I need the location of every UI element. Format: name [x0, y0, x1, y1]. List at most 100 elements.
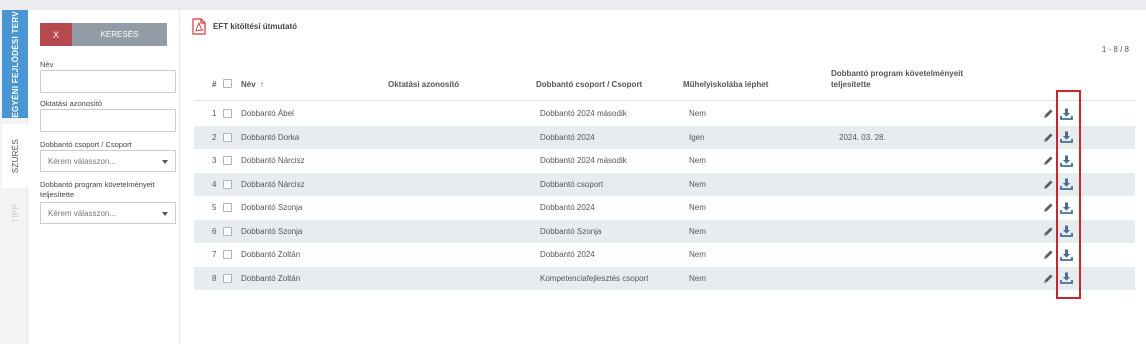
group-name: Dobbantó 2024 — [540, 132, 595, 142]
row-checkbox-wrap — [223, 196, 232, 220]
row-checkbox[interactable] — [223, 132, 232, 142]
pdf-file-icon — [192, 18, 206, 35]
table-row[interactable]: 3 Dobbantó Nárcisz Dobbantó 2024 második Ne… — [194, 149, 1135, 173]
guide-pdf-link[interactable]: EFT kitöltési útmutató — [192, 18, 297, 35]
student-name: Dobbantó Dorka — [241, 132, 300, 142]
row-number: 1 — [212, 109, 217, 119]
col-header-name-label: Név — [241, 80, 256, 89]
group-name: Kompetenciafejlesztés csoport — [540, 273, 649, 283]
pencil-icon[interactable] — [1043, 196, 1054, 220]
pencil-icon[interactable] — [1043, 243, 1054, 267]
student-name: Dobbantó Szonja — [241, 226, 303, 236]
table-row[interactable]: 6 Dobbantó Szonja Dobbantó Szonja Nem — [194, 219, 1135, 244]
student-name: Dobbantó Nárcisz — [241, 156, 305, 166]
table-row[interactable]: 4 Dobbantó Nárcisz Dobbantó csoport Nem — [194, 172, 1135, 197]
chevron-down-icon — [162, 160, 168, 164]
col-header-workshop[interactable]: Műhelyiskolába léphet — [683, 80, 768, 89]
sort-asc-icon: ↑ — [259, 80, 264, 89]
workshop-eligible: Igen — [689, 132, 705, 142]
row-checkbox-wrap — [223, 243, 232, 267]
requirements-date: 2024. 03. 28. — [839, 132, 886, 142]
row-checkbox[interactable] — [223, 226, 232, 236]
row-number: 3 — [212, 156, 217, 166]
name-filter-input[interactable] — [40, 70, 176, 93]
student-name: Dobbantó Nárcisz — [241, 179, 305, 189]
row-number: 7 — [212, 250, 217, 260]
student-name: Dobbantó Ábel — [241, 109, 294, 119]
group-name: Dobbantó Szonja — [540, 226, 602, 236]
group-name: Dobbantó 2024 — [540, 203, 595, 213]
student-name: Dobbantó Zoltán — [241, 273, 301, 283]
tab-filter[interactable]: SZŰRÉS — [2, 124, 28, 188]
requirements-filter-placeholder: Kérem válasszon... — [48, 208, 117, 218]
workshop-eligible: Nem — [689, 273, 706, 283]
select-all-checkbox[interactable] — [223, 79, 232, 88]
pencil-icon[interactable] — [1043, 267, 1054, 291]
row-checkbox[interactable] — [223, 273, 232, 283]
workshop-eligible: Nem — [689, 156, 706, 166]
row-checkbox-wrap — [223, 173, 232, 197]
row-checkbox[interactable] — [223, 179, 232, 189]
side-tab-strip: EGYÉNI FEJLŐDÉSI TERV SZŰRÉS TIPP — [0, 10, 28, 344]
table-header: # Név ↑ Oktatási azonosító Dobbantó csop… — [194, 65, 1135, 101]
pencil-icon[interactable] — [1043, 173, 1054, 197]
pencil-icon[interactable] — [1043, 220, 1054, 244]
col-header-num: # — [212, 80, 217, 89]
col-header-edu-id[interactable]: Oktatási azonosító — [388, 80, 459, 89]
requirements-filter-select[interactable]: Kérem válasszon... — [40, 202, 176, 224]
group-name: Dobbantó csoport — [540, 179, 604, 189]
clear-filter-button[interactable]: X — [40, 23, 72, 46]
col-header-group[interactable]: Dobbantó csoport / Csoport — [536, 80, 642, 89]
tab-filter-label: SZŰRÉS — [10, 138, 20, 174]
tab-tip-label: TIPP — [10, 203, 20, 223]
guide-link-text: EFT kitöltési útmutató — [213, 22, 297, 31]
group-name: Dobbantó 2024 — [540, 250, 595, 260]
table-row[interactable]: 8 Dobbantó Zoltán Kompetenciafejlesztés cs… — [194, 266, 1135, 291]
group-name: Dobbantó 2024 második — [540, 156, 627, 166]
group-filter-label: Dobbantó csoport / Csoport — [40, 140, 132, 149]
row-checkbox-wrap — [223, 149, 232, 173]
row-checkbox[interactable] — [223, 156, 232, 166]
search-button[interactable]: KERESÉS — [72, 23, 167, 46]
workshop-eligible: Nem — [689, 226, 706, 236]
row-checkbox-wrap — [223, 126, 232, 150]
workshop-eligible: Nem — [689, 179, 706, 189]
group-filter-placeholder: Kérem válasszon... — [48, 156, 117, 166]
main-content: EFT kitöltési útmutató 1 - 8 / 8 # Név ↑… — [181, 10, 1146, 344]
table-row[interactable]: 7 Dobbantó Zoltán Dobbantó 2024 Nem — [194, 243, 1135, 267]
student-name: Dobbantó Szonja — [241, 203, 303, 213]
row-checkbox[interactable] — [223, 250, 232, 260]
workshop-eligible: Nem — [689, 250, 706, 260]
table-row[interactable]: 1 Dobbantó Ábel Dobbantó 2024 második Nem — [194, 102, 1135, 126]
row-checkbox-wrap — [223, 102, 232, 126]
top-bar — [0, 0, 1146, 10]
row-checkbox[interactable] — [223, 203, 232, 213]
pencil-icon[interactable] — [1043, 102, 1054, 126]
col-header-requirements[interactable]: Dobbantó program követelményeit teljesít… — [831, 68, 991, 90]
requirements-filter-label: Dobbantó program követelményeit teljesít… — [40, 180, 155, 199]
edu-id-filter-label: Oktatási azonosító — [40, 99, 103, 108]
pagination-info: 1 - 8 / 8 — [1101, 45, 1129, 54]
row-number: 2 — [212, 132, 217, 142]
workshop-eligible: Nem — [689, 109, 706, 119]
row-number: 5 — [212, 203, 217, 213]
row-checkbox[interactable] — [223, 109, 232, 119]
pencil-icon[interactable] — [1043, 149, 1054, 173]
student-name: Dobbantó Zoltán — [241, 250, 301, 260]
row-number: 6 — [212, 226, 217, 236]
edu-id-filter-input[interactable] — [40, 109, 176, 132]
group-filter-select[interactable]: Kérem válasszon... — [40, 150, 176, 172]
name-filter-label: Név — [40, 60, 54, 69]
row-checkbox-wrap — [223, 220, 232, 244]
pencil-icon[interactable] — [1043, 126, 1054, 150]
tab-career-plan[interactable]: EGYÉNI FEJLŐDÉSI TERV — [2, 10, 28, 118]
workshop-eligible: Nem — [689, 203, 706, 213]
tab-tip[interactable]: TIPP — [2, 192, 28, 234]
table-row[interactable]: 5 Dobbantó Szonja Dobbantó 2024 Nem — [194, 196, 1135, 220]
row-checkbox-wrap — [223, 267, 232, 291]
tab-career-plan-label: EGYÉNI FEJLŐDÉSI TERV — [10, 10, 20, 118]
table-row[interactable]: 2 Dobbantó Dorka Dobbantó 2024 Igen 2024. 03… — [194, 125, 1135, 150]
chevron-down-icon — [162, 212, 168, 216]
col-header-name[interactable]: Név ↑ — [241, 80, 264, 89]
row-number: 4 — [212, 179, 217, 189]
